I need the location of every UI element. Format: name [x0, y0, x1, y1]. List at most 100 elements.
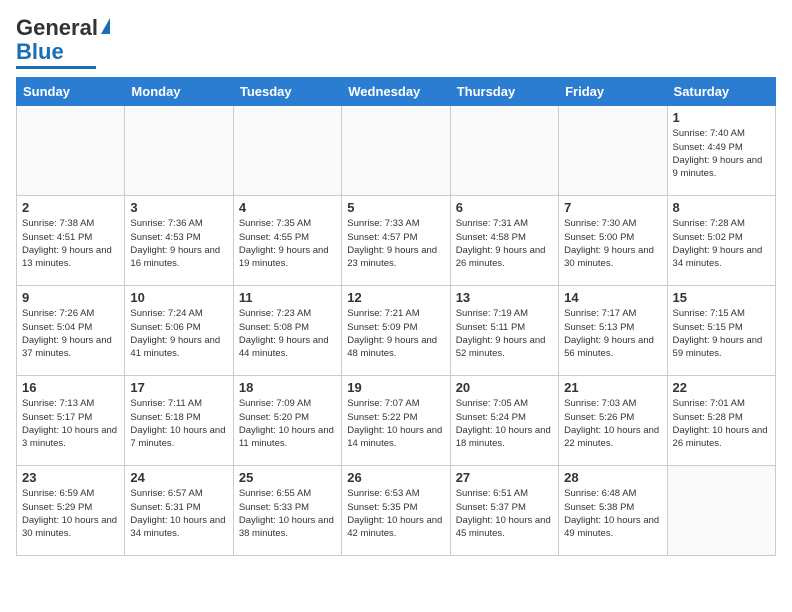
day-number: 15	[673, 290, 770, 305]
day-number: 2	[22, 200, 119, 215]
page-header: General Blue	[16, 16, 776, 69]
calendar-cell: 26 Sunrise: 6:53 AM Sunset: 5:35 PM Dayli…	[342, 466, 450, 556]
day-number: 12	[347, 290, 444, 305]
day-info: Sunrise: 7:01 AM Sunset: 5:28 PM Dayligh…	[673, 397, 770, 450]
day-number: 17	[130, 380, 227, 395]
day-number: 11	[239, 290, 336, 305]
day-info: Sunrise: 7:31 AM Sunset: 4:58 PM Dayligh…	[456, 217, 553, 270]
day-number: 21	[564, 380, 661, 395]
day-number: 10	[130, 290, 227, 305]
calendar-cell: 17Sunrise: 7:11 AM Sunset: 5:18 PM Dayli…	[125, 376, 233, 466]
calendar-cell	[450, 106, 558, 196]
day-info: Sunrise: 7:28 AM Sunset: 5:02 PM Dayligh…	[673, 217, 770, 270]
logo: General Blue	[16, 16, 110, 69]
calendar-table: SundayMondayTuesdayWednesdayThursdayFrid…	[16, 77, 776, 556]
day-info: Sunrise: 7:23 AM Sunset: 5:08 PM Dayligh…	[239, 307, 336, 360]
calendar-cell: 23 Sunrise: 6:59 AM Sunset: 5:29 PM Dayli…	[17, 466, 125, 556]
weekday-header-wednesday: Wednesday	[342, 78, 450, 106]
day-number: 6	[456, 200, 553, 215]
logo-blue: Blue	[16, 40, 64, 64]
calendar-cell	[233, 106, 341, 196]
day-info: Sunrise: 7:36 AM Sunset: 4:53 PM Dayligh…	[130, 217, 227, 270]
day-number: 26	[347, 470, 444, 485]
day-number: 27	[456, 470, 553, 485]
day-number: 13	[456, 290, 553, 305]
calendar-cell: 16 Sunrise: 7:13 AM Sunset: 5:17 PM Dayli…	[17, 376, 125, 466]
calendar-week-5: 23 Sunrise: 6:59 AM Sunset: 5:29 PM Dayli…	[17, 466, 776, 556]
day-info: Sunrise: 7:38 AM Sunset: 4:51 PM Dayligh…	[22, 217, 119, 270]
calendar-cell: 27 Sunrise: 6:51 AM Sunset: 5:37 PM Dayli…	[450, 466, 558, 556]
day-number: 9	[22, 290, 119, 305]
calendar-cell	[559, 106, 667, 196]
logo-underline	[16, 66, 96, 69]
day-info: Sunrise: 7:03 AM Sunset: 5:26 PM Dayligh…	[564, 397, 661, 450]
day-info: Sunrise: 7:30 AM Sunset: 5:00 PM Dayligh…	[564, 217, 661, 270]
calendar-cell: 9 Sunrise: 7:26 AM Sunset: 5:04 PM Daylig…	[17, 286, 125, 376]
day-number: 5	[347, 200, 444, 215]
day-info: Sunrise: 7:21 AM Sunset: 5:09 PM Dayligh…	[347, 307, 444, 360]
day-info: Sunrise: 7:07 AM Sunset: 5:22 PM Dayligh…	[347, 397, 444, 450]
day-number: 25	[239, 470, 336, 485]
day-number: 19	[347, 380, 444, 395]
day-info: Sunrise: 6:48 AM Sunset: 5:38 PM Dayligh…	[564, 487, 661, 540]
day-number: 24	[130, 470, 227, 485]
day-info: Sunrise: 7:05 AM Sunset: 5:24 PM Dayligh…	[456, 397, 553, 450]
calendar-cell: 11 Sunrise: 7:23 AM Sunset: 5:08 PM Dayli…	[233, 286, 341, 376]
calendar-week-2: 2 Sunrise: 7:38 AM Sunset: 4:51 PM Daylig…	[17, 196, 776, 286]
calendar-cell: 25 Sunrise: 6:55 AM Sunset: 5:33 PM Dayli…	[233, 466, 341, 556]
day-info: Sunrise: 7:33 AM Sunset: 4:57 PM Dayligh…	[347, 217, 444, 270]
calendar-cell: 22 Sunrise: 7:01 AM Sunset: 5:28 PM Dayli…	[667, 376, 775, 466]
weekday-header-saturday: Saturday	[667, 78, 775, 106]
day-number: 7	[564, 200, 661, 215]
day-number: 4	[239, 200, 336, 215]
day-number: 18	[239, 380, 336, 395]
day-info: Sunrise: 7:40 AM Sunset: 4:49 PM Dayligh…	[673, 127, 770, 180]
day-number: 23	[22, 470, 119, 485]
day-info: Sunrise: 6:59 AM Sunset: 5:29 PM Dayligh…	[22, 487, 119, 540]
calendar-cell	[17, 106, 125, 196]
calendar-cell: 6 Sunrise: 7:31 AM Sunset: 4:58 PM Daylig…	[450, 196, 558, 286]
day-info: Sunrise: 7:35 AM Sunset: 4:55 PM Dayligh…	[239, 217, 336, 270]
day-number: 20	[456, 380, 553, 395]
calendar-cell	[125, 106, 233, 196]
calendar-cell: 10 Sunrise: 7:24 AM Sunset: 5:06 PM Dayli…	[125, 286, 233, 376]
calendar-cell: 5 Sunrise: 7:33 AM Sunset: 4:57 PM Daylig…	[342, 196, 450, 286]
day-number: 22	[673, 380, 770, 395]
weekday-header-row: SundayMondayTuesdayWednesdayThursdayFrid…	[17, 78, 776, 106]
logo-general: General	[16, 16, 98, 40]
calendar-cell	[342, 106, 450, 196]
calendar-cell: 7 Sunrise: 7:30 AM Sunset: 5:00 PM Daylig…	[559, 196, 667, 286]
calendar-cell: 21 Sunrise: 7:03 AM Sunset: 5:26 PM Dayli…	[559, 376, 667, 466]
calendar-cell: 20 Sunrise: 7:05 AM Sunset: 5:24 PM Dayli…	[450, 376, 558, 466]
day-info: Sunrise: 7:24 AM Sunset: 5:06 PM Dayligh…	[130, 307, 227, 360]
day-info: Sunrise: 7:19 AM Sunset: 5:11 PM Dayligh…	[456, 307, 553, 360]
weekday-header-sunday: Sunday	[17, 78, 125, 106]
day-number: 8	[673, 200, 770, 215]
day-info: Sunrise: 6:57 AM Sunset: 5:31 PM Dayligh…	[130, 487, 227, 540]
day-info: Sunrise: 7:15 AM Sunset: 5:15 PM Dayligh…	[673, 307, 770, 360]
calendar-cell: 3Sunrise: 7:36 AM Sunset: 4:53 PM Daylig…	[125, 196, 233, 286]
calendar-cell: 4 Sunrise: 7:35 AM Sunset: 4:55 PM Daylig…	[233, 196, 341, 286]
calendar-cell: 13 Sunrise: 7:19 AM Sunset: 5:11 PM Dayli…	[450, 286, 558, 376]
day-info: Sunrise: 6:53 AM Sunset: 5:35 PM Dayligh…	[347, 487, 444, 540]
day-number: 16	[22, 380, 119, 395]
calendar-week-4: 16 Sunrise: 7:13 AM Sunset: 5:17 PM Dayli…	[17, 376, 776, 466]
day-info: Sunrise: 7:09 AM Sunset: 5:20 PM Dayligh…	[239, 397, 336, 450]
day-info: Sunrise: 6:55 AM Sunset: 5:33 PM Dayligh…	[239, 487, 336, 540]
weekday-header-tuesday: Tuesday	[233, 78, 341, 106]
day-info: Sunrise: 7:26 AM Sunset: 5:04 PM Dayligh…	[22, 307, 119, 360]
weekday-header-friday: Friday	[559, 78, 667, 106]
calendar-cell: 14Sunrise: 7:17 AM Sunset: 5:13 PM Dayli…	[559, 286, 667, 376]
day-number: 28	[564, 470, 661, 485]
day-number: 1	[673, 110, 770, 125]
calendar-cell	[667, 466, 775, 556]
calendar-cell: 15 Sunrise: 7:15 AM Sunset: 5:15 PM Dayli…	[667, 286, 775, 376]
calendar-cell: 28 Sunrise: 6:48 AM Sunset: 5:38 PM Dayli…	[559, 466, 667, 556]
calendar-week-1: 1 Sunrise: 7:40 AM Sunset: 4:49 PM Daylig…	[17, 106, 776, 196]
day-info: Sunrise: 6:51 AM Sunset: 5:37 PM Dayligh…	[456, 487, 553, 540]
day-info: Sunrise: 7:13 AM Sunset: 5:17 PM Dayligh…	[22, 397, 119, 450]
calendar-cell: 1 Sunrise: 7:40 AM Sunset: 4:49 PM Daylig…	[667, 106, 775, 196]
calendar-cell: 24 Sunrise: 6:57 AM Sunset: 5:31 PM Dayli…	[125, 466, 233, 556]
day-info: Sunrise: 7:17 AM Sunset: 5:13 PM Dayligh…	[564, 307, 661, 360]
calendar-week-3: 9 Sunrise: 7:26 AM Sunset: 5:04 PM Daylig…	[17, 286, 776, 376]
